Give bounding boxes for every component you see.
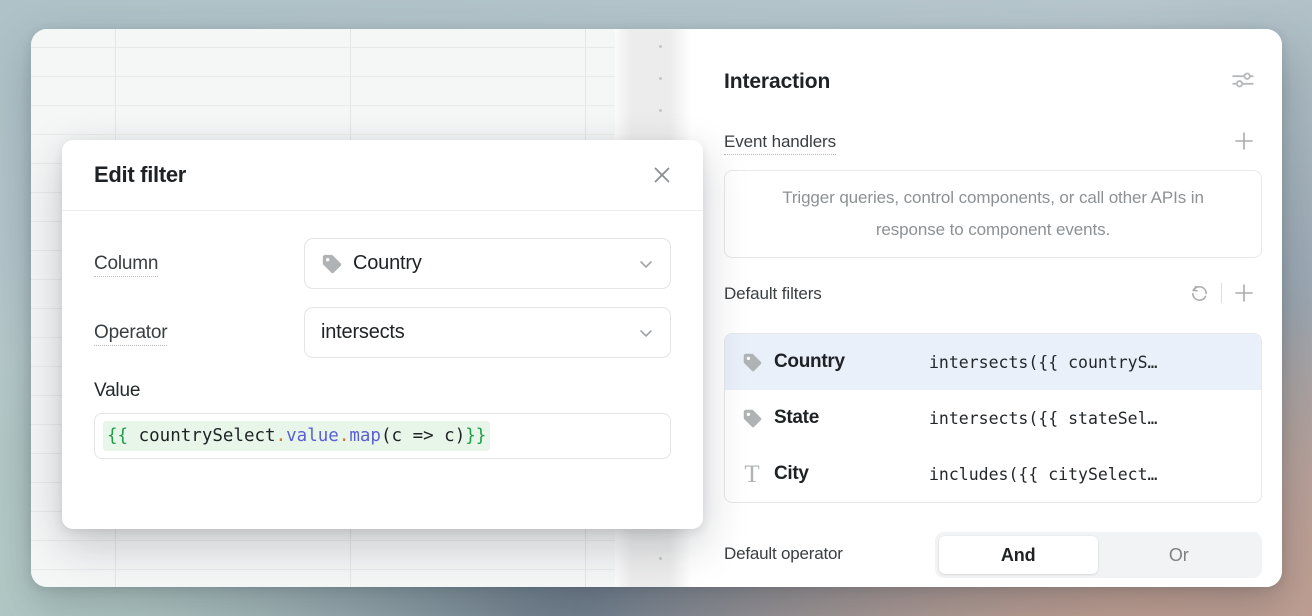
inspector-panel: Interaction Event handlers Trigger queri… [691,29,1282,587]
value-code-input[interactable]: {{ countrySelect.value.map(c => c)}} [94,413,671,459]
text-icon: T [744,460,760,488]
tag-icon [739,408,765,429]
close-icon[interactable] [645,158,679,192]
column-field-row: Column Country [94,238,671,289]
code-token-open-brace: {{ [107,426,139,446]
refresh-icon[interactable] [1187,281,1211,305]
default-operator-segmented-control: And Or [935,532,1262,578]
panel-title: Interaction [724,70,831,93]
drag-dot [659,77,662,80]
operator-select-value: intersects [321,321,405,343]
default-operator-label: Default operator [724,544,843,563]
code-token-method: map [349,426,381,446]
drag-dot [659,109,662,112]
operator-label: Operator [94,321,304,346]
edit-filter-dialog: Edit filter Column Country Operator inte… [62,140,703,529]
column-select[interactable]: Country [304,238,671,289]
dialog-title: Edit filter [94,162,187,187]
operator-select[interactable]: intersects [304,307,671,358]
grid-row-line [31,105,615,106]
filter-column-name: Country [774,351,845,372]
event-handlers-empty-state: Trigger queries, control components, or … [724,170,1262,258]
chevron-down-icon [636,254,656,274]
code-token-args: (c => c) [380,426,466,446]
event-handlers-actions [1232,129,1256,153]
dialog-body: Column Country Operator intersects Value… [62,211,703,459]
event-handlers-empty-text: Trigger queries, control components, or … [782,188,1204,239]
table-row[interactable]: State intersects({{ stateSel… [725,390,1261,446]
value-label: Value [94,380,141,401]
code-token-dot: . [338,426,350,446]
plus-icon[interactable] [1232,281,1256,305]
operator-option-and[interactable]: And [939,536,1098,574]
grid-row-line [31,540,615,541]
filter-expression: includes({{ citySelect… [929,464,1158,484]
table-row[interactable]: Country intersects({{ countryS… [725,334,1261,390]
grid-row-line [31,134,615,135]
grid-row-line [31,76,615,77]
default-filters-actions [1187,281,1256,305]
chevron-down-icon [636,323,656,343]
code-token-dot: . [275,426,287,446]
tag-icon [739,352,765,373]
operator-option-or[interactable]: Or [1100,536,1259,574]
tag-icon [321,253,343,275]
filter-column-name: State [774,407,819,428]
code-token-property: value [286,426,339,446]
table-row[interactable]: T City includes({{ citySelect… [725,446,1261,502]
desktop-backdrop: Interaction Event handlers Trigger queri… [0,0,1312,616]
sliders-icon[interactable] [1230,67,1256,93]
filter-expression: intersects({{ countryS… [929,352,1158,372]
filter-expression: intersects({{ stateSel… [929,408,1158,428]
default-filters-heading: Default filters [724,284,822,303]
dialog-header: Edit filter [62,140,703,211]
event-handlers-heading: Event handlers [724,132,836,155]
grid-row-line [31,569,615,570]
grid-row-line [31,47,615,48]
drag-dot [659,557,662,560]
default-filters-list: Country intersects({{ countryS… State in… [724,333,1262,503]
code-token-close-brace: }} [465,426,487,446]
filter-column-name: City [774,463,809,484]
plus-icon[interactable] [1232,129,1256,153]
operator-field-row: Operator intersects [94,307,671,358]
drag-dot [659,45,662,48]
column-label: Column [94,252,304,277]
column-select-value: Country [353,252,422,274]
code-token-object: countrySelect [138,426,276,446]
actions-divider [1221,283,1222,303]
value-code-text: {{ countrySelect.value.map(c => c)}} [103,421,491,451]
